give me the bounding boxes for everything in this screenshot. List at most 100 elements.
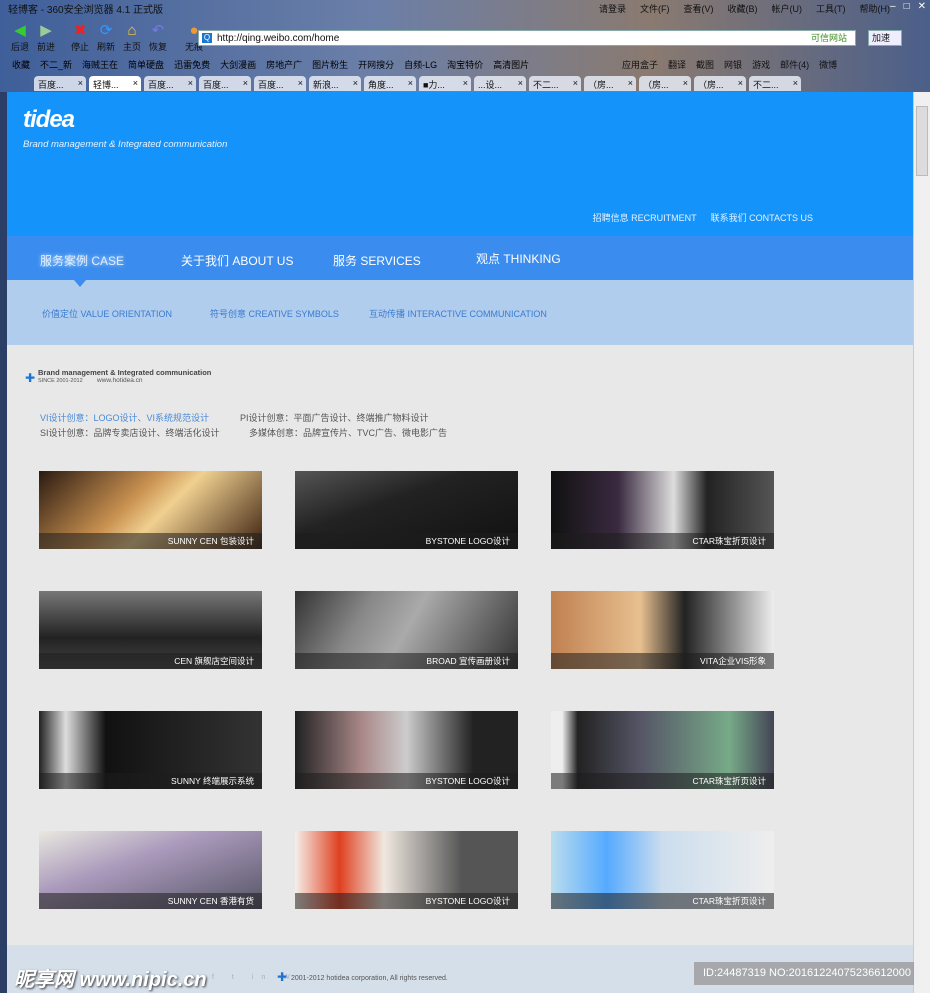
- browser-tab[interactable]: 百度... ×: [254, 76, 306, 91]
- browser-tab[interactable]: 新浪... ×: [309, 76, 361, 91]
- bookmark-item[interactable]: 自频-LG: [404, 58, 437, 71]
- scrollbar[interactable]: [913, 92, 930, 993]
- case-caption: SUNNY CEN 包装设计: [39, 533, 262, 549]
- case-thumbnail[interactable]: VITA企业VIS形象: [551, 591, 774, 669]
- browser-tab[interactable]: 不二... ×: [749, 76, 801, 91]
- nav-thinking[interactable]: 观点 THINKING: [476, 250, 561, 267]
- browser-tab[interactable]: 百度... ×: [144, 76, 196, 91]
- tab-label: 角度...: [368, 80, 394, 90]
- subnav-interactive[interactable]: 互动传播 INTERACTIVE COMMUNICATION: [369, 307, 547, 320]
- copyright: 2001-2012 hotidea corporation, All right…: [291, 975, 448, 982]
- close-tab-icon[interactable]: ×: [793, 78, 798, 88]
- bookmark-item[interactable]: 高清图片: [493, 58, 529, 71]
- browser-tab[interactable]: ■力... ×: [419, 76, 471, 91]
- bookmark-item[interactable]: 截图: [696, 58, 714, 71]
- close-tab-icon[interactable]: ×: [683, 78, 688, 88]
- bookmark-item[interactable]: 游戏: [752, 58, 770, 71]
- bookmark-item[interactable]: 网银: [724, 58, 742, 71]
- menu-file[interactable]: 文件(F): [640, 2, 670, 15]
- close-tab-icon[interactable]: ×: [78, 78, 83, 88]
- bookmark-item[interactable]: 开网搜分: [358, 58, 394, 71]
- case-thumbnail[interactable]: BROAD 宣传画册设计: [295, 591, 518, 669]
- bookmark-item[interactable]: 邮件(4): [780, 58, 809, 71]
- bookmark-item[interactable]: 图片粉生: [312, 58, 348, 71]
- menu-favorites[interactable]: 收藏(B): [728, 2, 758, 15]
- nav-services[interactable]: 服务 SERVICES: [333, 252, 421, 269]
- case-thumbnail[interactable]: BYSTONE LOGO设计: [295, 471, 518, 549]
- case-thumbnail[interactable]: BYSTONE LOGO设计: [295, 711, 518, 789]
- close-tab-icon[interactable]: ×: [298, 78, 303, 88]
- bookmark-item[interactable]: 简单硬盘: [128, 58, 164, 71]
- close-tab-icon[interactable]: ×: [463, 78, 468, 88]
- back-button[interactable]: ◀ 后退: [10, 22, 30, 53]
- case-thumbnail[interactable]: CTAR珠宝折页设计: [551, 471, 774, 549]
- speed-button[interactable]: 加速: [868, 30, 902, 46]
- close-tab-icon[interactable]: ×: [408, 78, 413, 88]
- service-pi: PI设计创意：平面广告设计、终端推广物料设计: [240, 413, 429, 423]
- close-tab-icon[interactable]: ×: [518, 78, 523, 88]
- nav-about[interactable]: 关于我们 ABOUT US: [181, 252, 293, 269]
- case-thumbnail[interactable]: CTAR珠宝折页设计: [551, 831, 774, 909]
- forward-button[interactable]: ▶ 前进: [36, 22, 56, 53]
- case-thumbnail[interactable]: CTAR珠宝折页设计: [551, 711, 774, 789]
- home-icon: ⌂: [127, 22, 137, 39]
- close-tab-icon[interactable]: ×: [188, 78, 193, 88]
- browser-tab[interactable]: （房... ×: [584, 76, 636, 91]
- maximize-button[interactable]: □: [904, 1, 910, 12]
- menu-account[interactable]: 帐户(U): [772, 2, 803, 15]
- close-tab-icon[interactable]: ×: [133, 78, 138, 88]
- browser-tab[interactable]: （房... ×: [694, 76, 746, 91]
- browser-tab[interactable]: 百度... ×: [199, 76, 251, 91]
- tab-label: 不二...: [533, 80, 559, 90]
- case-thumbnail[interactable]: BYSTONE LOGO设计: [295, 831, 518, 909]
- case-thumbnail[interactable]: SUNNY CEN 香港有货: [39, 831, 262, 909]
- bookmark-item[interactable]: 翻译: [668, 58, 686, 71]
- link-recruitment[interactable]: 招聘信息 RECRUITMENT: [593, 211, 697, 224]
- bookmark-item[interactable]: 海贼王在: [82, 58, 118, 71]
- bookmark-item[interactable]: 不二_新: [40, 58, 72, 71]
- close-tab-icon[interactable]: ×: [628, 78, 633, 88]
- tab-label: ...设...: [478, 80, 503, 90]
- nav-case[interactable]: 服务案例 CASE: [40, 252, 124, 269]
- stop-x-icon: ✖: [73, 22, 87, 39]
- subnav-value[interactable]: 价值定位 VALUE ORIENTATION: [42, 307, 172, 320]
- bookmark-item[interactable]: 淘宝特价: [447, 58, 483, 71]
- link-contacts[interactable]: 联系我们 CONTACTS US: [711, 211, 813, 224]
- menu-login[interactable]: 请登录: [599, 2, 626, 15]
- refresh-button[interactable]: ⟳ 刷新: [96, 22, 116, 53]
- browser-tab[interactable]: （房... ×: [639, 76, 691, 91]
- subnav-symbols[interactable]: 符号创意 CREATIVE SYMBOLS: [210, 307, 339, 320]
- stop-button[interactable]: ✖ 停止: [70, 22, 90, 53]
- site-slogan: Brand management & Integrated communicat…: [23, 139, 228, 150]
- close-tab-icon[interactable]: ×: [353, 78, 358, 88]
- close-tab-icon[interactable]: ×: [243, 78, 248, 88]
- brand-url[interactable]: www.hotidea.cn: [97, 377, 143, 384]
- site-logo[interactable]: tidea: [23, 106, 75, 134]
- bookmark-item[interactable]: 大剑漫画: [220, 58, 256, 71]
- home-button[interactable]: ⌂ 主页: [122, 22, 142, 53]
- bookmark-item[interactable]: 收藏: [12, 58, 30, 71]
- address-bar[interactable]: Q http://qing.weibo.com/home 可信网站: [198, 30, 856, 46]
- scrollbar-thumb[interactable]: [916, 106, 928, 176]
- menu-view[interactable]: 查看(V): [684, 2, 714, 15]
- menu-tools[interactable]: 工具(T): [816, 2, 846, 15]
- case-thumbnail[interactable]: SUNNY CEN 包装设计: [39, 471, 262, 549]
- minimize-button[interactable]: –: [890, 1, 896, 12]
- bookmark-item[interactable]: 微博: [819, 58, 837, 71]
- browser-tab[interactable]: ...设... ×: [474, 76, 526, 91]
- close-button[interactable]: ✕: [918, 1, 926, 12]
- close-tab-icon[interactable]: ×: [738, 78, 743, 88]
- case-thumbnail[interactable]: CEN 旗舰店空间设计: [39, 591, 262, 669]
- menu-help[interactable]: 帮助(H): [860, 2, 891, 15]
- browser-tab[interactable]: 不二... ×: [529, 76, 581, 91]
- bookmark-item[interactable]: 房地产广: [266, 58, 302, 71]
- browser-tab[interactable]: 百度... ×: [34, 76, 86, 91]
- close-tab-icon[interactable]: ×: [573, 78, 578, 88]
- bookmark-item[interactable]: 迅雷免费: [174, 58, 210, 71]
- case-thumbnail[interactable]: SUNNY 终端展示系统: [39, 711, 262, 789]
- bookmark-item[interactable]: 应用盒子: [622, 58, 658, 71]
- undo-button[interactable]: ↶ 恢复: [148, 22, 168, 53]
- browser-tab[interactable]: 角度... ×: [364, 76, 416, 91]
- trust-badge[interactable]: 可信网站: [811, 32, 847, 45]
- browser-tab[interactable]: 轻博... ×: [89, 76, 141, 91]
